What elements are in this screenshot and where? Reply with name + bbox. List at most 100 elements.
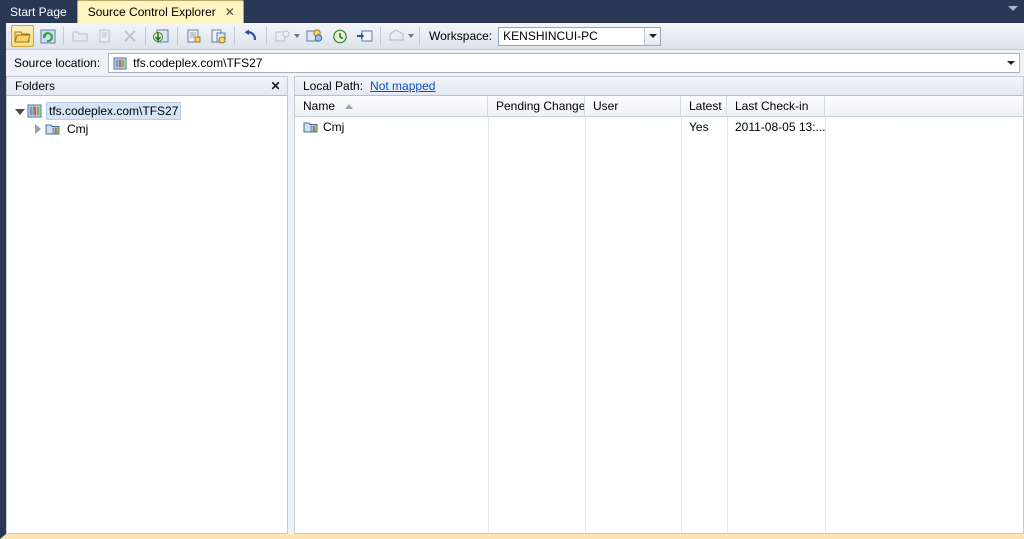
workspace-label: Workspace: [429,29,493,43]
cell-last-checkin: 2011-08-05 13:... [727,117,825,137]
check-out-icon [187,29,200,42]
rename-icon [99,29,109,42]
cell-user [585,117,681,137]
tree-node-label: tfs.codeplex.com\TFS27 [46,102,182,120]
folders-tree: tfs.codeplex.com\TFS27 Cmj [7,96,287,138]
cell-text: 2011-08-05 13:... [735,120,825,134]
column-header-label: Name [303,99,336,113]
tab-start-page[interactable]: Start Page [0,2,77,23]
tree-node-label: Cmj [67,122,89,136]
column-header-label: User [593,99,619,113]
source-folder-icon [45,124,60,135]
explorer-panes: Folders ✕ tfs.codeplex.com\TFS27 Cmj Loc… [6,76,1024,534]
column-header-last-checkin[interactable]: Last Check-in [727,96,825,116]
rename-button[interactable] [93,25,116,47]
folders-pane-title: Folders [15,79,56,93]
workspace-value: KENSHINCUI-PC [503,29,598,43]
new-folder-icon [72,31,87,42]
toolbar-separator [234,27,235,45]
cell-text: Yes [689,120,709,134]
grid-column-divider [727,117,728,533]
grid-header-row: Name Pending Change User Latest Last Che… [295,96,1023,117]
expander-expanded-icon[interactable] [13,103,27,119]
cell-name: Cmj [295,117,488,137]
check-out-button[interactable] [182,25,205,47]
undo-arrow-icon [244,29,256,41]
tab-label: Start Page [10,5,67,19]
files-grid-body[interactable]: Name Pending Change User Latest Last Che… [294,96,1024,534]
cell-pending-change [488,117,585,137]
undo-pending-changes-button[interactable] [239,25,262,47]
shelve-button[interactable] [271,25,294,47]
source-folder-icon [303,122,318,133]
tree-node-server[interactable]: tfs.codeplex.com\TFS27 [7,102,287,120]
compare-icon [306,28,323,42]
folders-tree-body[interactable]: tfs.codeplex.com\TFS27 Cmj [6,96,288,534]
column-header-pending-change[interactable]: Pending Change [488,96,585,116]
column-header-name[interactable]: Name [295,96,488,116]
check-in-icon [211,29,225,43]
local-path-label: Local Path: [303,79,364,93]
toolbar-separator [419,27,420,45]
source-control-explorer-window: Workspace: KENSHINCUI-PC Source location… [0,23,1024,539]
local-path-bar: Local Path: Not mapped [294,76,1024,96]
shelve-dropdown-icon[interactable] [294,34,300,38]
refresh-icon [40,29,55,43]
close-icon[interactable]: ✕ [268,79,283,94]
grid-column-divider [681,117,682,533]
check-in-button[interactable] [207,25,230,47]
source-location-text: tfs.codeplex.com\TFS27 [133,56,263,70]
local-path-link[interactable]: Not mapped [370,79,435,93]
toolbar-separator [145,27,146,45]
team-project-icon [113,57,127,69]
refresh-button[interactable] [36,25,59,47]
source-location-combobox[interactable]: tfs.codeplex.com\TFS27 [108,53,1020,73]
column-header-label: Last Check-in [735,99,809,113]
close-icon[interactable]: ✕ [225,6,235,18]
toolbar: Workspace: KENSHINCUI-PC [6,23,1024,50]
delete-x-icon [123,30,136,42]
branch-merge-icon [357,30,373,42]
folders-pane: Folders ✕ tfs.codeplex.com\TFS27 Cmj [6,76,288,534]
apply-label-button[interactable] [385,25,408,47]
column-header-latest[interactable]: Latest [681,96,727,116]
column-header-user[interactable]: User [585,96,681,116]
chevron-down-icon [648,34,657,38]
tab-source-control-explorer[interactable]: Source Control Explorer ✕ [76,0,244,23]
open-folder-button[interactable] [11,25,34,47]
tree-node-cmj[interactable]: Cmj [7,120,287,138]
expander-collapsed-icon[interactable] [31,121,45,137]
toolbar-separator [266,27,267,45]
grid-column-divider [825,117,826,533]
chevron-down-icon [1007,61,1015,65]
chevron-down-icon[interactable] [1008,6,1018,11]
delete-button[interactable] [118,25,141,47]
tab-label: Source Control Explorer [87,5,216,19]
source-location-value-wrap: tfs.codeplex.com\TFS27 [113,56,1003,70]
branching-merging-button[interactable] [353,25,376,47]
team-server-icon [27,104,42,118]
compare-button[interactable] [303,25,326,47]
shelve-icon [275,30,289,42]
cell-text: Cmj [323,120,345,134]
sort-ascending-icon [345,103,354,109]
source-location-label: Source location: [14,56,101,70]
toolbar-separator [380,27,381,45]
view-history-button[interactable] [328,25,351,47]
table-row[interactable]: Cmj Yes 2011-08-05 13:... [295,117,1023,137]
history-clock-icon [332,29,347,43]
document-tab-bar: Start Page Source Control Explorer ✕ [0,0,1024,23]
toolbar-separator [177,27,178,45]
label-dropdown-icon[interactable] [408,34,414,38]
workspace-dropdown-button[interactable] [644,27,661,45]
workspace-combobox[interactable]: KENSHINCUI-PC [498,26,662,46]
get-latest-icon [153,29,169,42]
new-folder-button[interactable] [68,25,91,47]
column-header-label: Pending Change [496,99,585,113]
source-location-bar: Source location: tfs.codeplex.com\TFS27 [6,50,1024,76]
column-header-label: Latest [689,99,722,113]
source-location-dropdown-button[interactable] [1003,54,1019,72]
label-tag-icon [388,29,404,41]
get-latest-version-button[interactable] [150,25,173,47]
grid-column-divider [585,117,586,533]
